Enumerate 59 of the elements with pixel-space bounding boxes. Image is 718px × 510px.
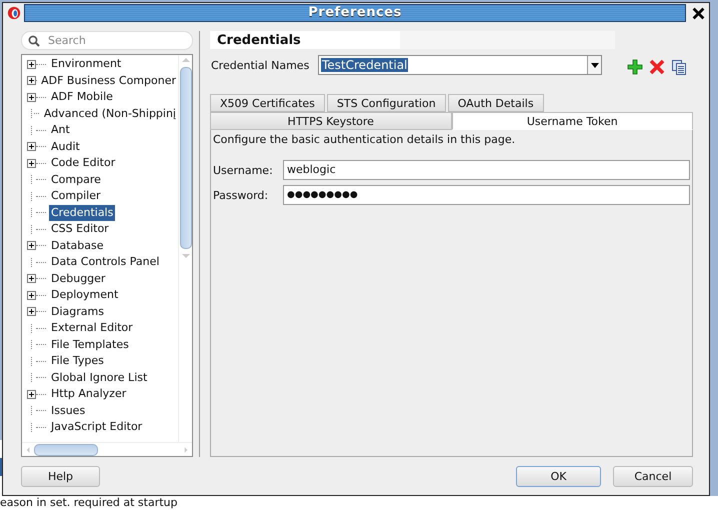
tree-item[interactable]: Data Controls Panel bbox=[49, 254, 162, 270]
tree-item[interactable]: Deployment bbox=[49, 287, 120, 304]
help-button[interactable]: Help bbox=[21, 466, 100, 486]
password-field[interactable]: ●●●●●●●●● bbox=[283, 185, 690, 205]
tab[interactable]: X509 Certificates bbox=[210, 94, 325, 112]
tab[interactable]: STS Configuration bbox=[326, 94, 446, 112]
tree-item[interactable]: Credentials bbox=[49, 204, 116, 221]
credential-names-label: Credential Names bbox=[210, 58, 310, 72]
background-text: eason in set. required at startup bbox=[0, 496, 718, 510]
app-icon bbox=[7, 6, 21, 20]
expand-icon[interactable] bbox=[27, 241, 36, 250]
search-field[interactable]: Search bbox=[21, 31, 193, 50]
tree-item[interactable]: Diagrams bbox=[49, 304, 106, 320]
field-label: Password: bbox=[212, 188, 270, 202]
field-label: Username: bbox=[212, 164, 274, 176]
expand-icon[interactable] bbox=[27, 290, 36, 300]
expand-icon[interactable] bbox=[27, 274, 36, 284]
tree-item[interactable]: Code Editor bbox=[49, 155, 118, 172]
panel-title: Credentials bbox=[217, 32, 301, 48]
tree-item[interactable]: JavaScript Editor bbox=[49, 419, 144, 436]
tree-item[interactable]: Audit bbox=[49, 138, 82, 155]
tree-item[interactable]: CSS Editor bbox=[49, 221, 111, 238]
tab[interactable]: Username Token bbox=[452, 112, 693, 130]
tree-item[interactable]: File Templates bbox=[49, 336, 131, 353]
window-title: Preferences bbox=[24, 4, 686, 22]
expand-icon[interactable] bbox=[27, 76, 36, 86]
tree-item[interactable]: Database bbox=[49, 238, 106, 254]
expand-icon[interactable] bbox=[27, 307, 36, 316]
search-icon bbox=[28, 35, 40, 47]
tree-item[interactable]: File Types bbox=[49, 353, 106, 370]
expand-icon[interactable] bbox=[27, 60, 36, 69]
tree-item[interactable]: ADF Business Componer bbox=[39, 72, 178, 89]
add-icon[interactable] bbox=[627, 59, 643, 75]
tree-item[interactable]: Http Analyzer bbox=[49, 386, 128, 402]
username-field[interactable]: weblogic bbox=[283, 160, 690, 180]
description-text: Configure the basic authentication details in this page. bbox=[212, 132, 516, 148]
tab[interactable]: OAuth Details bbox=[448, 94, 544, 112]
tree-item[interactable]: External Editor bbox=[49, 320, 135, 336]
tree-item[interactable]: Global Ignore List bbox=[49, 370, 150, 386]
tree-item[interactable]: Issues bbox=[49, 402, 88, 419]
expand-icon[interactable] bbox=[27, 390, 36, 399]
tree-item[interactable]: Debugger bbox=[49, 270, 108, 287]
credential-combo[interactable]: TestCredential bbox=[318, 55, 602, 75]
tree-item[interactable]: Advanced (Non-Shippinį bbox=[42, 106, 178, 122]
cancel-button[interactable]: Cancel bbox=[613, 466, 693, 486]
close-icon[interactable] bbox=[692, 6, 705, 20]
tree-item[interactable]: Compiler bbox=[49, 188, 103, 204]
delete-icon[interactable] bbox=[649, 59, 665, 75]
tree-item[interactable]: Environment bbox=[49, 56, 124, 72]
copy-icon[interactable] bbox=[671, 59, 687, 75]
tree-item[interactable]: Ant bbox=[49, 122, 72, 138]
expand-icon[interactable] bbox=[27, 158, 36, 168]
expand-icon[interactable] bbox=[27, 142, 36, 152]
tree-item[interactable]: ADF Mobile bbox=[49, 89, 115, 106]
expand-icon[interactable] bbox=[27, 92, 36, 102]
tree-item[interactable]: Compare bbox=[49, 172, 103, 188]
dropdown-icon bbox=[590, 62, 598, 68]
ok-button[interactable]: OK bbox=[516, 466, 601, 486]
tab[interactable]: HTTPS Keystore bbox=[210, 112, 452, 130]
